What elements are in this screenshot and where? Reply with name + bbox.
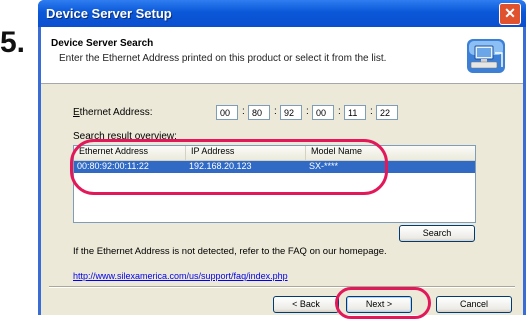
step-number: 5. — [0, 26, 26, 59]
title-bar: Device Server Setup ✕ — [38, 0, 526, 27]
window-title: Device Server Setup — [46, 6, 172, 21]
highlight-next-button — [335, 287, 431, 319]
computer-network-icon — [467, 39, 505, 73]
close-button[interactable]: ✕ — [499, 3, 521, 25]
header-subtitle: Enter the Ethernet Address printed on th… — [59, 53, 387, 64]
ethernet-octet-6[interactable]: 22 — [376, 105, 398, 120]
octet-separator: : — [306, 106, 309, 117]
cancel-button-label: Cancel — [459, 299, 488, 309]
back-button[interactable]: < Back — [273, 296, 339, 313]
footer-separator — [49, 286, 515, 288]
ethernet-octet-1[interactable]: 00 — [216, 105, 238, 120]
help-text: If the Ethernet Address is not detected,… — [73, 246, 387, 257]
octet-separator: : — [274, 106, 277, 117]
search-button-label: Search — [422, 228, 452, 238]
highlight-result-row — [70, 139, 388, 195]
ethernet-octet-5[interactable]: 11 — [344, 105, 366, 120]
header-title: Device Server Search — [51, 38, 154, 49]
ethernet-octet-2[interactable]: 80 — [248, 105, 270, 120]
ethernet-address-label: Ethernet Address: — [73, 107, 153, 118]
cancel-button[interactable]: Cancel — [436, 296, 512, 313]
wizard-header: Device Server Search Enter the Ethernet … — [41, 27, 523, 84]
octet-separator: : — [338, 106, 341, 117]
ethernet-octet-3[interactable]: 92 — [280, 105, 302, 120]
search-button[interactable]: Search — [399, 225, 475, 242]
faq-link[interactable]: http://www.silexamerica.com/us/support/f… — [73, 271, 288, 281]
octet-separator: : — [242, 106, 245, 117]
ethernet-octet-4[interactable]: 00 — [312, 105, 334, 120]
back-button-label: < Back — [292, 299, 320, 309]
octet-separator: : — [370, 106, 373, 117]
